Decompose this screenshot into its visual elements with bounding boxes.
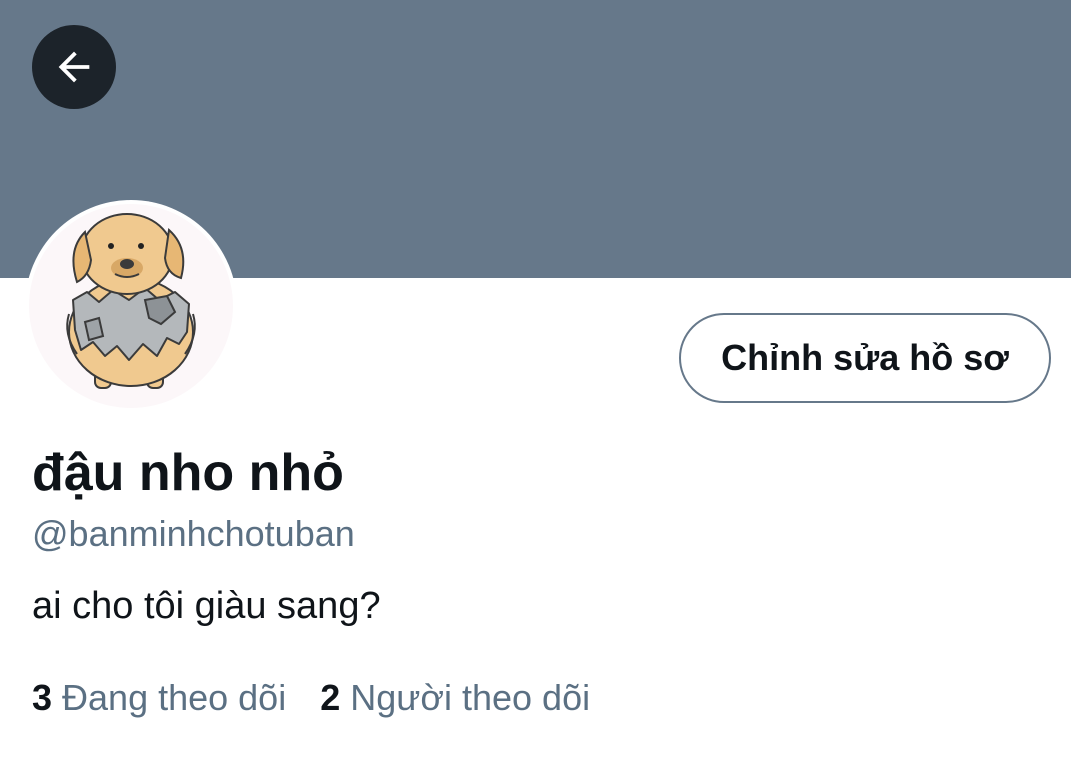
username-handle: @banminhchotuban (32, 513, 355, 554)
following-count: 3 (32, 677, 53, 718)
edit-profile-button[interactable]: Chỉnh sửa hồ sơ (679, 313, 1051, 403)
avatar-image (29, 204, 233, 408)
profile-bio: ai cho tôi giàu sang? (32, 585, 381, 627)
arrow-left-icon (58, 51, 90, 83)
display-name: đậu nho nhỏ (32, 444, 344, 502)
following-label: Đang theo dõi (62, 677, 287, 718)
back-button[interactable] (32, 25, 116, 109)
follow-stats: 3 Đang theo dõi 2 Người theo dõi (32, 674, 590, 722)
following-link[interactable]: 3 Đang theo dõi (32, 674, 286, 722)
followers-link[interactable]: 2 Người theo dõi (320, 674, 590, 722)
avatar[interactable] (25, 200, 237, 412)
dog-sticker-icon (66, 213, 196, 389)
followers-count: 2 (320, 677, 341, 718)
followers-label: Người theo dõi (350, 677, 591, 718)
